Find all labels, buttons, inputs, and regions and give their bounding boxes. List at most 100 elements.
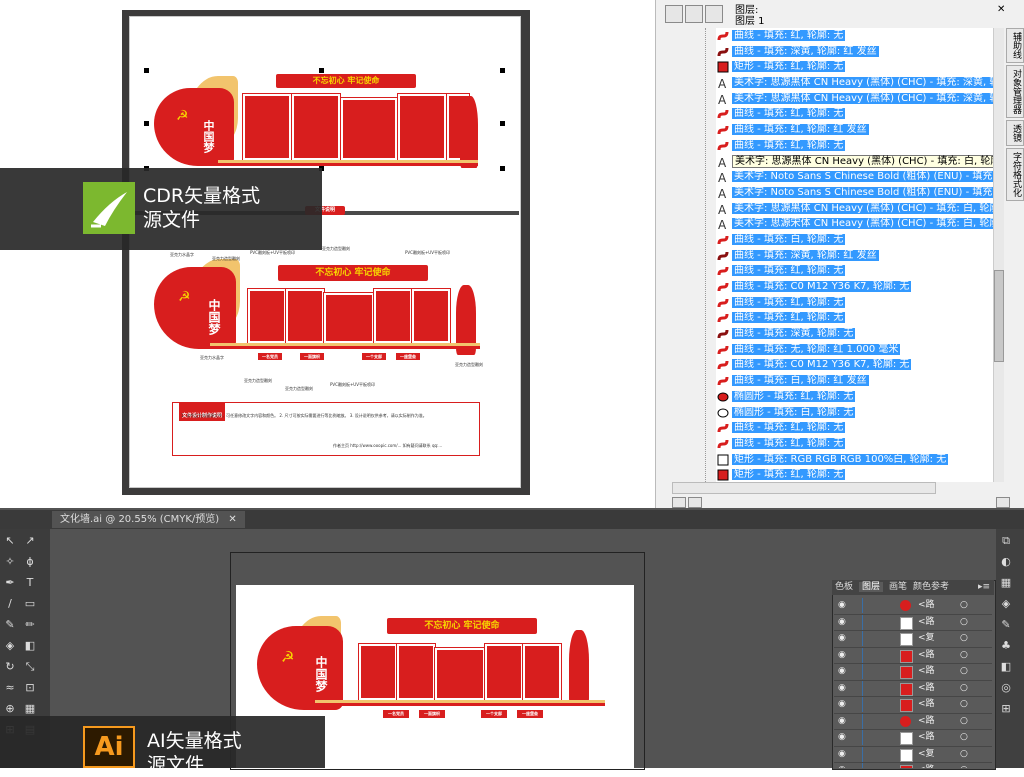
layer-row[interactable]: ◉ <路 ○ (834, 680, 992, 697)
eye-icon[interactable]: ◉ (838, 730, 846, 745)
free-transform-tool-icon[interactable]: ⊡ (23, 681, 37, 695)
layer-row[interactable]: ◉ <路 ○ (834, 763, 992, 768)
object-row[interactable]: 矩形 - 填充: 红, 轮廓: 无 (716, 467, 993, 482)
layer-row[interactable]: ◉ <复 ○ (834, 746, 992, 763)
object-row[interactable]: 曲线 - 填充: C0 M12 Y36 K7, 轮廓: 无 (716, 279, 993, 295)
object-row[interactable]: 曲线 - 填充: 无, 轮廓: 红 1.000 毫米 (716, 342, 993, 358)
cdr-design-bottom[interactable]: ☭ 中国梦 不忘初心 牢记使命 一名党员 一面旗帜 一个支部 一座堡垒 (150, 245, 510, 365)
type-tool-icon[interactable]: T (23, 576, 37, 590)
docker-tab[interactable]: 辅助线 (1006, 28, 1024, 63)
horizontal-scrollbar[interactable] (672, 482, 936, 494)
docker-tab[interactable]: 字符格式化 (1006, 148, 1024, 201)
magic-wand-tool-icon[interactable]: ✧ (3, 555, 17, 569)
object-row[interactable]: 曲线 - 填充: 红, 轮廓: 无 (716, 436, 993, 452)
symbols-icon[interactable]: ♣ (999, 639, 1013, 653)
object-row[interactable]: A 美术字: 思源黑体 CN Heavy (黑体) (CHC) - 填充: 深黄,… (716, 75, 993, 91)
object-row[interactable]: 曲线 - 填充: 红, 轮廓: 无 (716, 263, 993, 279)
shape-builder-tool-icon[interactable]: ⊕ (3, 702, 17, 716)
object-row[interactable]: 椭圆形 - 填充: 白, 轮廓: 无 (716, 405, 993, 421)
object-row[interactable]: 曲线 - 填充: 白, 轮廓: 无 (716, 232, 993, 248)
object-row[interactable]: A 美术字: 思源黑体 CN Heavy (黑体) (CHC) - 填充: 白, … (716, 201, 993, 217)
warp-tool-icon[interactable]: ≈ (3, 681, 17, 695)
eye-icon[interactable]: ◉ (838, 615, 846, 630)
line-tool-icon[interactable]: / (3, 597, 17, 611)
layer-row[interactable]: ◉ <路 ○ (834, 598, 992, 615)
eye-icon[interactable]: ◉ (838, 747, 846, 762)
eye-icon[interactable]: ◉ (838, 664, 846, 679)
perspective-tool-icon[interactable]: ▦ (23, 702, 37, 716)
panel-tab[interactable]: 图层 (859, 582, 884, 592)
close-tab-icon[interactable]: ✕ (228, 514, 236, 525)
brushes-icon[interactable]: ✎ (999, 618, 1013, 632)
target-icon[interactable]: ○ (960, 615, 968, 630)
eye-icon[interactable]: ◉ (838, 697, 846, 712)
object-row[interactable]: 曲线 - 填充: 深黄, 轮廓: 红 发丝 (716, 248, 993, 264)
object-row[interactable]: 曲线 - 填充: 红, 轮廓: 无 (716, 310, 993, 326)
eye-icon[interactable]: ◉ (838, 681, 846, 696)
object-row[interactable]: 曲线 - 填充: 红, 轮廓: 无 (716, 295, 993, 311)
selection-tool-icon[interactable]: ↖ (3, 534, 17, 548)
appearance-icon[interactable]: ◎ (999, 681, 1013, 695)
selection-handle[interactable] (500, 68, 505, 73)
rectangle-tool-icon[interactable]: ▭ (23, 597, 37, 611)
layers-icon[interactable]: ◈ (999, 597, 1013, 611)
selection-handle[interactable] (500, 121, 505, 126)
pencil-tool-icon[interactable]: ✏ (23, 618, 37, 632)
target-icon[interactable]: ○ (960, 697, 968, 712)
target-icon[interactable]: ○ (960, 648, 968, 663)
object-row[interactable]: A 美术字: Noto Sans S Chinese Bold (粗体) (ENU… (716, 169, 993, 185)
eye-icon[interactable]: ◉ (838, 714, 846, 729)
object-row[interactable]: 曲线 - 填充: 红, 轮廓: 无 (716, 106, 993, 122)
cdr-design-top[interactable]: ☭ 中国梦 不忘初心 牢记使命 (148, 68, 508, 173)
target-icon[interactable]: ○ (960, 631, 968, 646)
object-row[interactable]: 曲线 - 填充: 红, 轮廓: 无 (716, 420, 993, 436)
panel-tab[interactable]: 画笔 (889, 582, 907, 592)
object-row[interactable]: A 美术字: 思源黑体 CN Heavy (黑体) (CHC) - 填充: 白, … (716, 154, 993, 170)
new-master-layer-icon[interactable] (688, 497, 702, 508)
object-row[interactable]: 矩形 - 填充: 红, 轮廓: 无 (716, 59, 993, 75)
layer-row[interactable]: ◉ <路 ○ (834, 664, 992, 681)
target-icon[interactable]: ○ (960, 730, 968, 745)
docker-tab[interactable]: 对象管理器 (1006, 65, 1024, 118)
panel-tab[interactable]: 颜色参考 (913, 582, 949, 592)
eye-icon[interactable]: ◉ (838, 631, 846, 646)
document-tab[interactable]: 文化墙.ai @ 20.55% (CMYK/预览) ✕ (52, 511, 245, 528)
object-row[interactable]: 曲线 - 填充: 红, 轮廓: 红 发丝 (716, 122, 993, 138)
object-list-scrollbar[interactable] (993, 28, 1004, 482)
target-icon[interactable]: ○ (960, 763, 968, 768)
object-row[interactable]: 曲线 - 填充: 深黄, 轮廓: 红 发丝 (716, 44, 993, 60)
panel-tab[interactable]: 色板 (835, 582, 853, 592)
eraser-tool-icon[interactable]: ◧ (23, 639, 37, 653)
selection-handle[interactable] (319, 68, 324, 73)
object-row[interactable]: 曲线 - 填充: 红, 轮廓: 无 (716, 28, 993, 44)
ai-design-preview[interactable]: ☭ 中国梦 不忘初心 牢记使命 一名党员 一面旗帜 一个支部 一座堡垒 (255, 600, 615, 720)
layer-manager-icon[interactable] (705, 5, 723, 23)
object-row[interactable]: 椭圆形 - 填充: 红, 轮廓: 无 (716, 389, 993, 405)
target-icon[interactable]: ○ (960, 747, 968, 762)
selection-handle[interactable] (500, 166, 505, 171)
layer-row[interactable]: ◉ <路 ○ (834, 614, 992, 631)
object-row[interactable]: 曲线 - 填充: C0 M12 Y36 K7, 轮廓: 无 (716, 357, 993, 373)
new-layer-icon[interactable] (672, 497, 686, 508)
lasso-tool-icon[interactable]: ϕ (23, 555, 37, 569)
color-icon[interactable]: ◐ (999, 555, 1013, 569)
paintbrush-tool-icon[interactable]: ✎ (3, 618, 17, 632)
scale-tool-icon[interactable]: ⤡ (23, 660, 37, 674)
object-list[interactable]: 曲线 - 填充: 红, 轮廓: 无曲线 - 填充: 深黄, 轮廓: 红 发丝 矩形… (716, 28, 993, 482)
swatches-icon[interactable]: ▦ (999, 576, 1013, 590)
target-icon[interactable]: ○ (960, 681, 968, 696)
pen-tool-icon[interactable]: ✒ (3, 576, 17, 590)
target-icon[interactable]: ○ (960, 664, 968, 679)
object-row[interactable]: A 美术字: 思源黑体 CN Heavy (黑体) (CHC) - 填充: 深黄,… (716, 91, 993, 107)
panel-menu-icon[interactable]: ▸≡ (978, 580, 990, 595)
show-props-icon[interactable] (685, 5, 703, 23)
target-icon[interactable]: ○ (960, 598, 968, 613)
layers-list[interactable]: ◉ <路 ○ ◉ <路 ○ ◉ <复 ○ ◉ <路 ○ ◉ <路 ○ ◉ <路 ○ ◉ <路 ○ ◉ <路 ○ ◉ <路 ○ ◉ <复 ○… (834, 598, 992, 768)
target-icon[interactable]: ○ (960, 714, 968, 729)
graphic-styles-icon[interactable]: ◧ (999, 660, 1013, 674)
rotate-tool-icon[interactable]: ↻ (3, 660, 17, 674)
eye-icon[interactable]: ◉ (838, 763, 846, 768)
selection-handle[interactable] (144, 121, 149, 126)
close-icon[interactable]: ✕ (997, 4, 1005, 15)
layer-props-icon[interactable] (665, 5, 683, 23)
